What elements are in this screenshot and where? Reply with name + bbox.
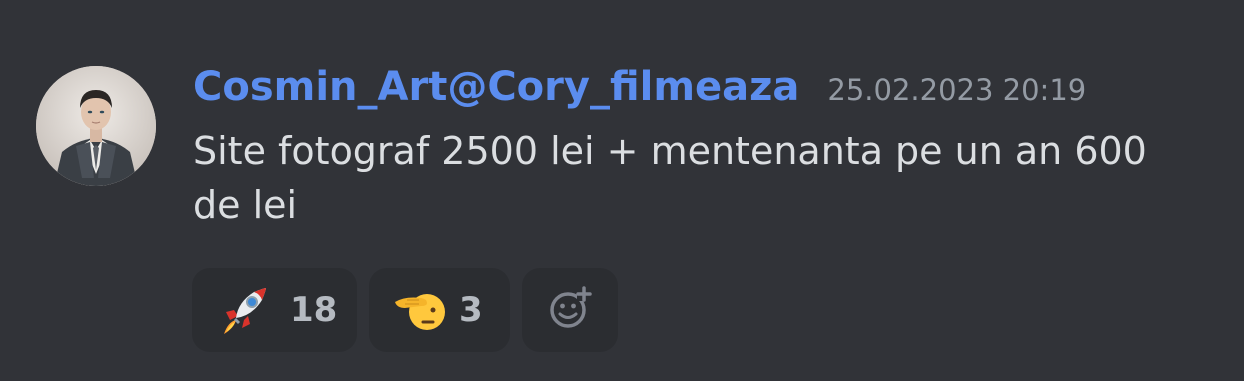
timestamp: 25.02.2023 20:19 [827, 73, 1087, 107]
avatar[interactable] [36, 66, 156, 186]
reaction-count: 18 [290, 290, 338, 330]
message-content: Site fotograf 2500 lei + mentenanta pe u… [193, 129, 1147, 227]
reaction-count: 3 [459, 290, 483, 330]
reaction-bar: 18 3 [192, 268, 618, 352]
chat-message: Cosmin_Art@Cory_filmeaza 25.02.2023 20:1… [0, 0, 1244, 381]
avatar-image [36, 66, 156, 186]
add-reaction-icon [547, 285, 593, 335]
username[interactable]: Cosmin_Art@Cory_filmeaza [193, 64, 799, 110]
message-header: Cosmin_Art@Cory_filmeaza 25.02.2023 20:1… [193, 64, 1086, 114]
reaction-rocket[interactable]: 18 [192, 268, 357, 352]
reaction-saluting-face[interactable]: 3 [369, 268, 510, 352]
rocket-icon [216, 282, 272, 338]
saluting-face-icon [393, 282, 449, 338]
add-reaction-button[interactable] [522, 268, 618, 352]
